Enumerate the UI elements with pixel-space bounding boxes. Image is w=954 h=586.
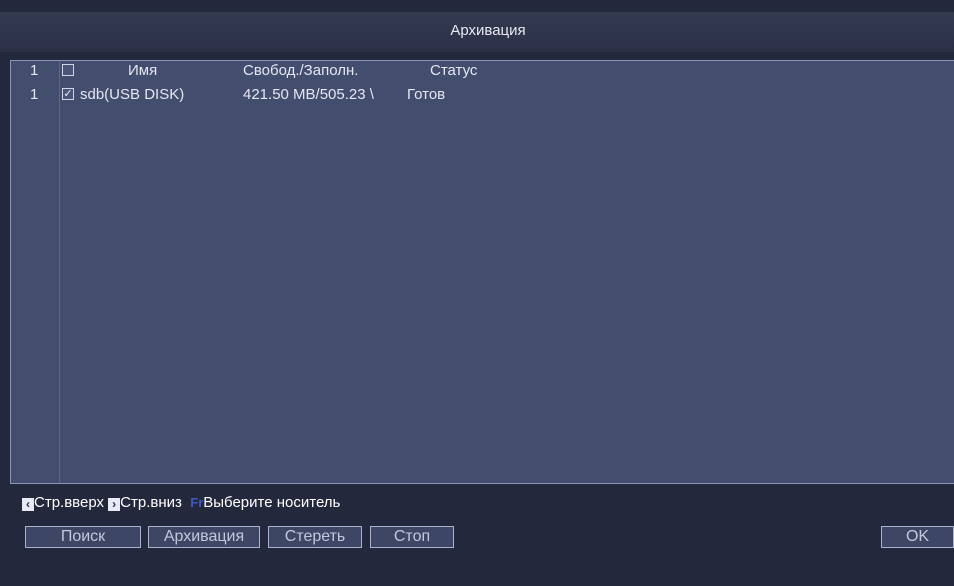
select-all-checkbox[interactable] [62,64,74,76]
header-free-used: Свобод./Заполн. [243,62,359,79]
header-status: Статус [430,62,478,79]
erase-button[interactable]: Стереть [268,526,362,548]
chevron-left-icon[interactable]: ‹ [22,498,34,511]
stop-button[interactable]: Стоп [370,526,454,548]
table-row[interactable]: 1 ✓ sdb(USB DISK) 421.50 MB/505.23 \ Гот… [11,87,954,103]
row-status: Готов [407,86,446,103]
header-index: 1 [30,62,39,79]
search-button[interactable]: Поиск [25,526,141,548]
title-bar: Архивация [0,12,954,52]
backup-button[interactable]: Архивация [148,526,260,548]
header-name: Имя [128,62,158,79]
row-checkbox[interactable]: ✓ [62,88,74,100]
footer-hints: ‹ Стр.вверх › Стр.вниз FrВыберите носитель [22,494,340,511]
backup-window: Архивация 1 Имя Свобод./Заполн. Статус 1… [0,0,954,586]
function-key-icon: Fr [190,495,204,510]
page-down-label[interactable]: Стр.вниз [120,494,182,511]
page-up-label[interactable]: Стр.вверх [34,494,104,511]
checkmark-icon: ✓ [63,88,73,100]
row-free-used: 421.50 MB/505.23 \ [243,87,374,103]
select-media-label: Выберите носитель [203,494,341,511]
window-title: Архивация [450,22,526,39]
row-name: sdb(USB DISK) [80,86,185,103]
chevron-right-icon[interactable]: › [108,498,121,511]
row-index: 1 [30,86,39,103]
device-list[interactable]: 1 Имя Свобод./Заполн. Статус 1 ✓ sdb(USB… [10,60,954,484]
index-column [11,61,60,483]
ok-button[interactable]: OK [881,526,954,548]
